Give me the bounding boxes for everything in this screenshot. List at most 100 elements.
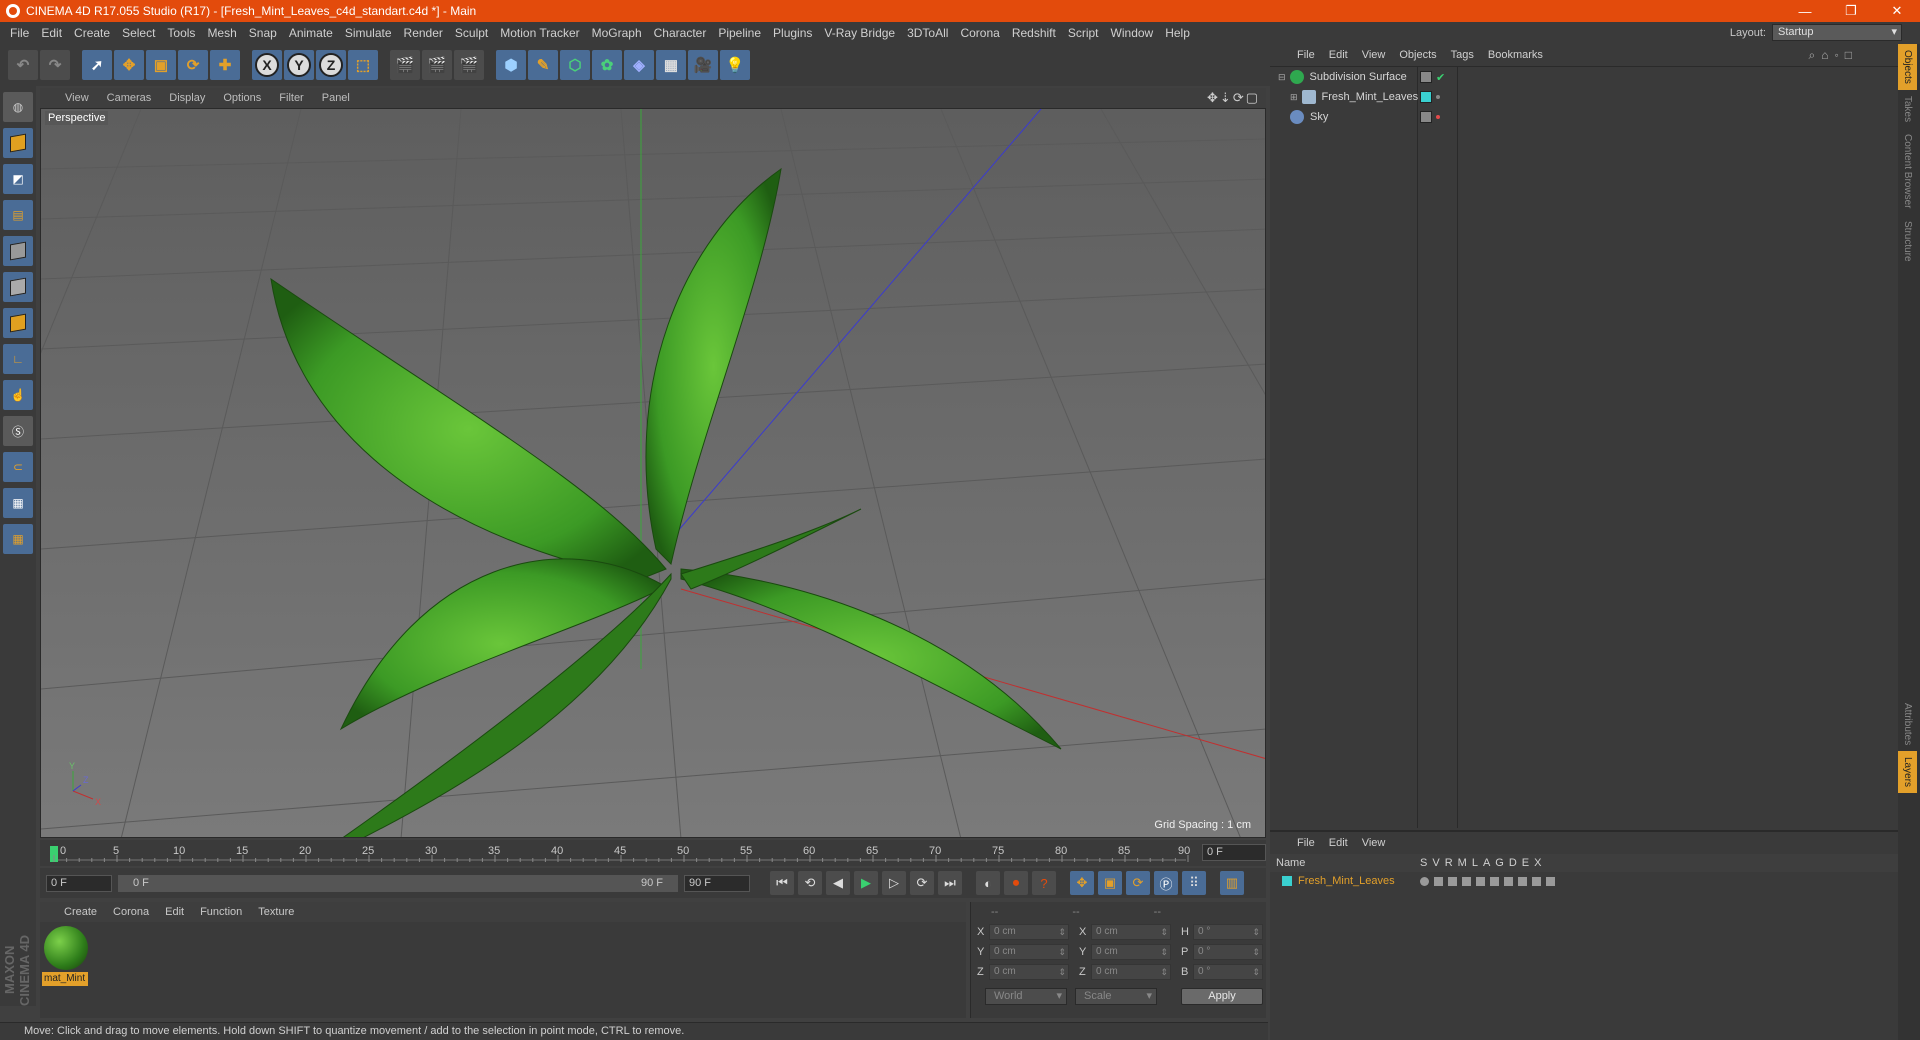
viewport-navigation-icons[interactable]: ✥⇣⟳▢ [1207,90,1260,106]
menu-simulate[interactable]: Simulate [339,26,398,40]
menu-3dtoall[interactable]: 3DToAll [901,26,954,40]
y-axis-lock-icon[interactable]: Y [284,50,314,80]
view-toggle-icon[interactable] [1434,876,1443,886]
go-to-end-icon[interactable]: ⏭ [938,871,962,895]
menu-pipeline[interactable]: Pipeline [712,26,767,40]
menu-render[interactable]: Render [398,26,449,40]
viewport-menu-filter[interactable]: Filter [270,92,312,104]
magnet-icon[interactable]: ⊂ [3,452,33,482]
points-mode-icon[interactable] [3,236,33,266]
tab-content-browser[interactable]: Content Browser [1898,128,1917,214]
manager-toggle-icon[interactable] [1462,876,1471,886]
menu-motion-tracker[interactable]: Motion Tracker [494,26,585,40]
material-menu-corona[interactable]: Corona [105,906,157,918]
size-mode-dropdown[interactable]: Scale [1075,988,1157,1005]
position-y-field[interactable]: 0 cm [989,944,1069,960]
subdivision-surface-icon[interactable]: ⬡ [560,50,590,80]
timeline-layout-icon[interactable]: ▥ [1220,871,1244,895]
generators-toggle-icon[interactable] [1504,876,1513,886]
menu-sculpt[interactable]: Sculpt [449,26,494,40]
menu-edit[interactable]: Edit [35,26,68,40]
object-row-fresh-mint-leaves[interactable]: ⊞ Fresh_Mint_Leaves [1270,87,1898,107]
material-menu-function[interactable]: Function [192,906,250,918]
move-tool-icon[interactable]: ✥ [114,50,144,80]
menu-tools[interactable]: Tools [161,26,201,40]
render-toggle-icon[interactable] [1448,876,1457,886]
object-menu-objects[interactable]: Objects [1392,49,1443,61]
object-menu-tags[interactable]: Tags [1444,49,1481,61]
deformers-toggle-icon[interactable] [1518,876,1527,886]
redo-icon[interactable]: ↷ [40,50,70,80]
object-row-sky[interactable]: Sky [1270,107,1898,127]
menu-create[interactable]: Create [68,26,116,40]
layer-menu-file[interactable]: File [1290,837,1322,849]
play-icon[interactable]: ▶ [854,871,878,895]
layer-name[interactable]: Fresh_Mint_Leaves [1298,875,1395,887]
camera-icon[interactable]: 🎥 [688,50,718,80]
menu-animate[interactable]: Animate [283,26,339,40]
tab-layers[interactable]: Layers [1898,751,1917,794]
recent-tools-icon[interactable]: ✚ [210,50,240,80]
layout-dropdown[interactable]: Startup [1772,24,1902,41]
xref-toggle-icon[interactable] [1546,876,1555,886]
layer-row[interactable]: Fresh_Mint_Leaves [1270,872,1898,890]
object-row-subdivision-surface[interactable]: ⊟ Subdivision Surface ✔ [1270,67,1898,87]
visibility-dot-icon[interactable] [1436,95,1440,99]
position-key-icon[interactable]: ✥ [1070,871,1094,895]
tab-objects[interactable]: Objects [1898,44,1917,90]
current-frame-field[interactable]: 0 F [1202,844,1266,861]
object-menu-view[interactable]: View [1355,49,1393,61]
workplane-mode-icon[interactable]: ▤ [3,200,33,230]
object-menu-edit[interactable]: Edit [1322,49,1355,61]
texture-mode-icon[interactable]: ◩ [3,164,33,194]
menu-file[interactable]: File [4,26,35,40]
menu-mograph[interactable]: MoGraph [586,26,648,40]
light-icon[interactable]: 💡 [720,50,750,80]
previous-key-icon[interactable]: ⟲ [798,871,822,895]
layer-color-swatch[interactable] [1282,876,1292,886]
coordinate-system-icon[interactable]: ⬚ [348,50,378,80]
next-key-icon[interactable]: ⟳ [910,871,934,895]
pen-spline-icon[interactable]: ✎ [528,50,558,80]
layer-toggle-icons[interactable] [1420,876,1555,886]
tab-structure[interactable]: Structure [1898,215,1917,268]
material-menu-create[interactable]: Create [56,906,105,918]
undo-icon[interactable]: ↶ [8,50,38,80]
edit-render-settings-icon[interactable]: 🎬 [454,50,484,80]
tab-attributes[interactable]: Attributes [1898,697,1917,751]
material-name[interactable]: mat_Mint [42,972,88,986]
restore-icon[interactable]: ❐ [1828,0,1874,22]
solo-toggle-icon[interactable] [1420,876,1429,886]
viewport-menu-view[interactable]: View [56,92,98,104]
previous-frame-icon[interactable]: ◀ [826,871,850,895]
size-x-field[interactable]: 0 cm [1091,924,1171,940]
animation-toggle-icon[interactable] [1490,876,1499,886]
visibility-flag-icon[interactable] [1420,71,1432,83]
go-to-start-icon[interactable]: ⏮ [770,871,794,895]
tab-takes[interactable]: Takes [1898,90,1917,128]
menu-plugins[interactable]: Plugins [767,26,818,40]
viewport-menu-cameras[interactable]: Cameras [98,92,161,104]
snap-icon[interactable]: Ⓢ [3,416,33,446]
object-menu-bookmarks[interactable]: Bookmarks [1481,49,1550,61]
expand-icon[interactable]: ⊞ [1290,92,1298,103]
point-level-animation-icon[interactable]: ⠿ [1182,871,1206,895]
deformer-icon[interactable]: ◈ [624,50,654,80]
parameter-key-icon[interactable]: Ⓟ [1154,871,1178,895]
tweak-mode-icon[interactable]: ☝ [3,380,33,410]
size-z-field[interactable]: 0 cm [1091,964,1171,980]
x-axis-lock-icon[interactable]: X [252,50,282,80]
end-frame-field[interactable]: 90 F [684,874,750,892]
autokeying-icon[interactable]: ⏺ [1004,871,1028,895]
scale-tool-icon[interactable]: ▣ [146,50,176,80]
polygons-mode-icon[interactable] [3,308,33,338]
record-active-objects-icon[interactable]: ◐ [976,871,1000,895]
menu-window[interactable]: Window [1105,26,1160,40]
enabled-check-icon[interactable]: ✔ [1436,71,1445,84]
menu-snap[interactable]: Snap [243,26,283,40]
lock-toggle-icon[interactable] [1476,876,1485,886]
object-manager-search-icons[interactable]: ⌕⌂◦□ [1809,48,1858,63]
material-preview-ball[interactable] [44,926,88,970]
layer-color-tag-icon[interactable] [1420,91,1432,103]
live-selection-icon[interactable]: ➚ [82,50,112,80]
